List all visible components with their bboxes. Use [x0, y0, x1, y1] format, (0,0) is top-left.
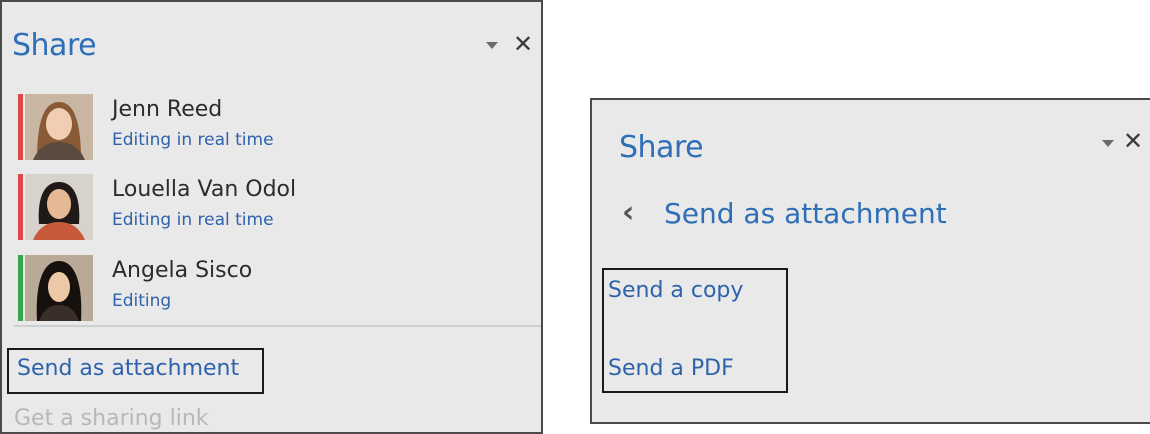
share-pane-right: Share ✕ ‹ Send as attachment Send a copy… [590, 98, 1150, 424]
share-title: Share [12, 28, 97, 63]
person-status: Editing in real time [112, 130, 274, 150]
person-item[interactable]: Louella Van Odol Editing in real time [18, 174, 518, 242]
send-a-pdf-link[interactable]: Send a PDF [608, 356, 734, 381]
get-sharing-link[interactable]: Get a sharing link [14, 406, 209, 431]
close-icon[interactable]: ✕ [513, 32, 533, 56]
avatar [25, 174, 93, 240]
chevron-down-icon[interactable] [1102, 140, 1114, 147]
person-status: Editing [112, 291, 172, 311]
presence-bar [18, 94, 23, 160]
back-chevron-icon[interactable]: ‹ [622, 195, 634, 230]
person-item[interactable]: Angela Sisco Editing [18, 255, 518, 323]
person-name: Jenn Reed [112, 97, 223, 122]
avatar [25, 94, 93, 160]
chevron-down-icon[interactable] [486, 42, 498, 49]
presence-bar [18, 255, 23, 321]
person-item[interactable]: Jenn Reed Editing in real time [18, 94, 518, 162]
share-pane-left: Share ✕ Jenn Reed Editing in real time L… [0, 0, 543, 434]
divider [14, 325, 541, 327]
person-status: Editing in real time [112, 210, 274, 230]
share-title: Share [619, 130, 704, 165]
send-as-attachment-link[interactable]: Send as attachment [7, 348, 264, 394]
section-heading: Send as attachment [664, 197, 947, 230]
person-name: Angela Sisco [112, 258, 253, 283]
presence-bar [18, 174, 23, 240]
send-as-attachment-label: Send as attachment [17, 356, 240, 381]
person-name: Louella Van Odol [112, 177, 297, 202]
send-a-copy-link[interactable]: Send a copy [608, 278, 743, 303]
avatar [25, 255, 93, 321]
close-icon[interactable]: ✕ [1123, 129, 1143, 153]
